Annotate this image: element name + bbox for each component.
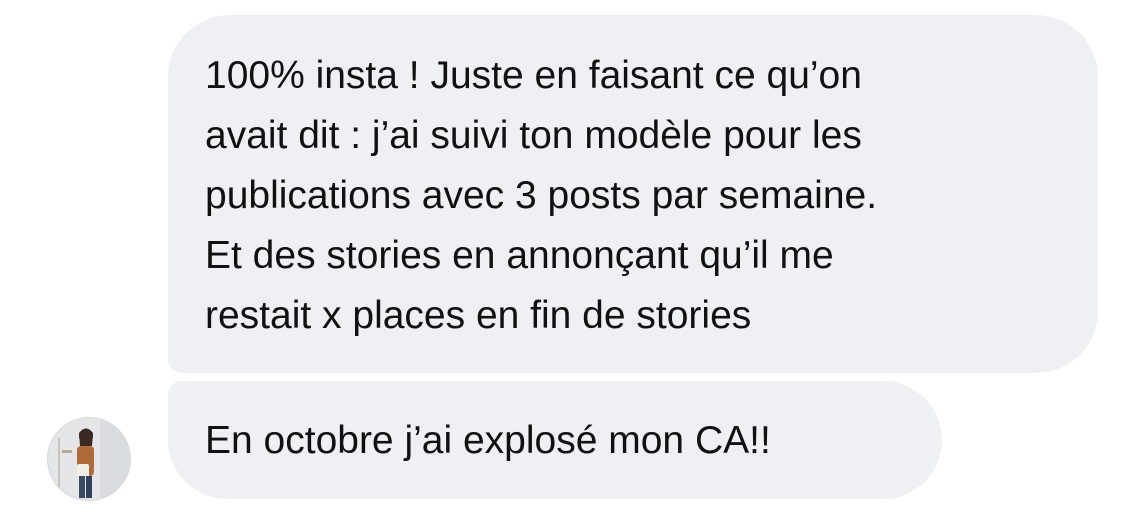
message-bubble[interactable]: En octobre j’ai explosé mon CA!! <box>168 381 942 499</box>
avatar-photo-icon <box>48 418 130 500</box>
message-text-line: avait dit : j’ai suivi ton modèle pour l… <box>205 114 862 157</box>
message-text-line: En octobre j’ai explosé mon CA!! <box>205 419 771 462</box>
message-text-line: publications avec 3 posts par semaine. <box>205 174 878 217</box>
message-text-line: restait x places en fin de stories <box>205 294 752 337</box>
message-text-line: Et des stories en annonçant qu’il me <box>205 234 834 277</box>
message-text-line: 100% insta ! Juste en faisant ce qu’on <box>205 54 862 97</box>
message-bubble[interactable]: 100% insta ! Juste en faisant ce qu’on a… <box>168 15 1098 373</box>
chat-thread: 100% insta ! Juste en faisant ce qu’on a… <box>0 0 1148 521</box>
avatar[interactable] <box>47 417 131 501</box>
